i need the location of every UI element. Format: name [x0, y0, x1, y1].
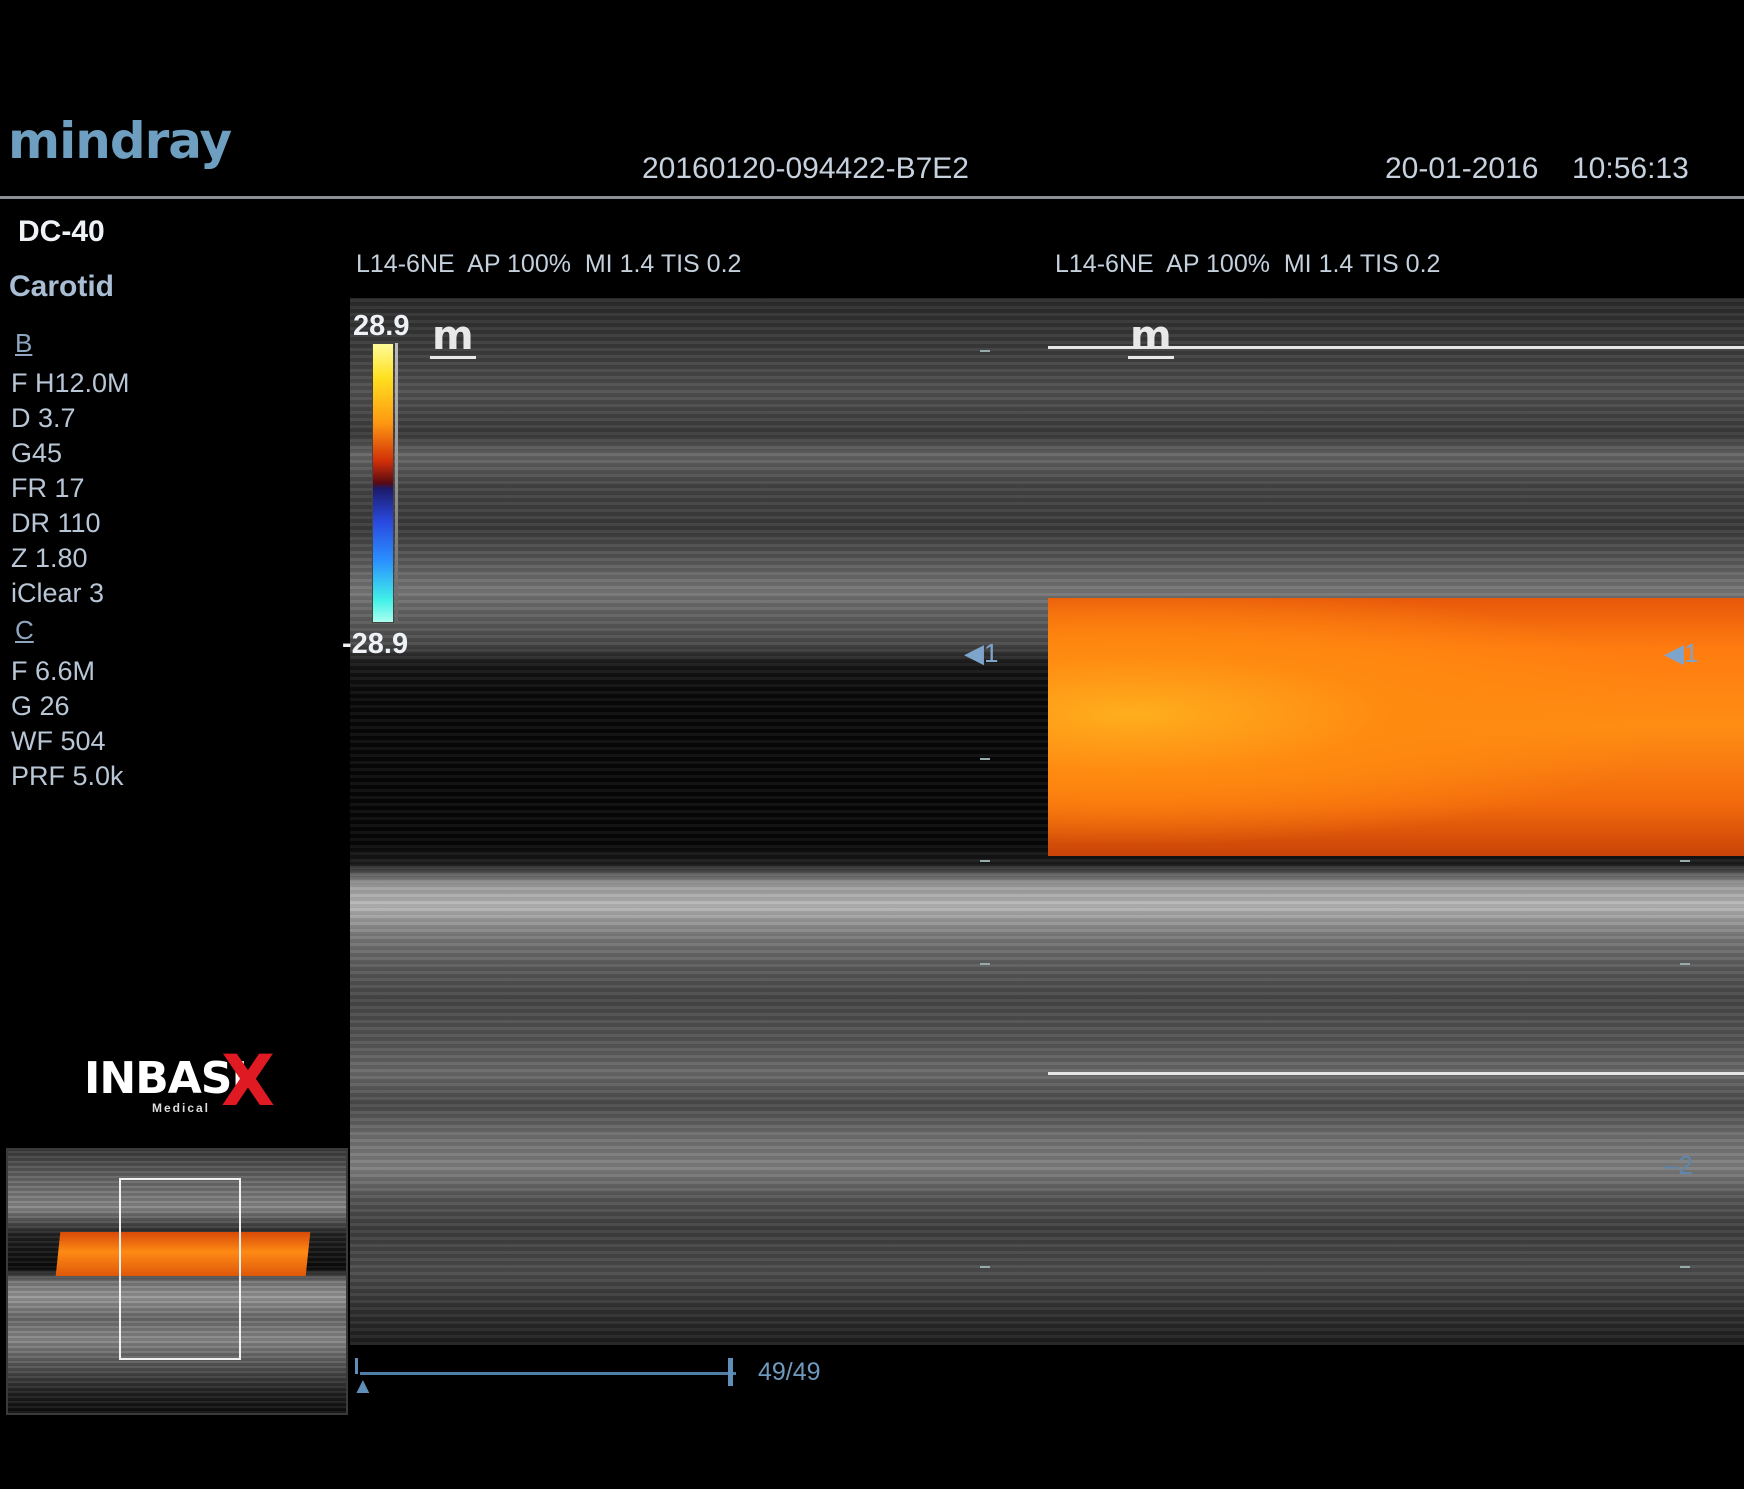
b-param-gain: G45: [11, 438, 63, 468]
cine-timeline[interactable]: [360, 1372, 736, 1375]
inbasix-x-mark: X: [221, 1040, 275, 1122]
color-doppler-image-panel[interactable]: m ◀1 ‒2: [1048, 298, 1744, 1345]
b-mode-section-label: B: [15, 328, 33, 358]
cine-playhead[interactable]: [728, 1358, 733, 1386]
depth-tick: [1680, 860, 1690, 862]
exam-time: 10:56:13: [1572, 152, 1689, 185]
header-divider: [0, 196, 1744, 199]
c-param-wall-filter: WF 504: [11, 726, 106, 756]
depth-tick: [980, 963, 990, 965]
study-id: 20160120-094422-B7E2: [642, 152, 969, 185]
mode-icon: m: [1128, 313, 1174, 359]
left-probe-info: L14-6NE AP 100% MI 1.4 TIS 0.2: [356, 250, 742, 278]
c-mode-section-label: C: [15, 615, 34, 645]
overview-thumbnail[interactable]: [6, 1148, 348, 1415]
cine-start-marker[interactable]: [355, 1358, 358, 1374]
color-box-bottom-edge: [1048, 1072, 1744, 1075]
cine-start-triangle-icon[interactable]: ▲: [352, 1373, 374, 1399]
focus-marker-secondary: ‒2: [1664, 1150, 1693, 1180]
color-scale-max: 28.9: [353, 310, 410, 342]
inbasix-subtitle: Medical: [152, 1101, 211, 1115]
b-param-iclear: iClear 3: [11, 578, 105, 608]
color-scale-min: -28.9: [342, 628, 409, 660]
b-mode-image-panel[interactable]: m ◀1: [350, 298, 1048, 1345]
c-param-prf: PRF 5.0k: [11, 761, 124, 791]
depth-tick: [1680, 1266, 1690, 1268]
right-probe-info: L14-6NE AP 100% MI 1.4 TIS 0.2: [1055, 250, 1441, 278]
exam-date: 20-01-2016: [1385, 152, 1539, 185]
thumbnail-roi-box[interactable]: [119, 1178, 241, 1360]
device-model: DC-40: [18, 215, 105, 248]
depth-tick: [980, 1266, 990, 1268]
focus-marker: ◀1: [964, 638, 999, 668]
b-param-depth: D 3.7: [11, 403, 76, 433]
focus-marker-label: 2: [1678, 1150, 1693, 1180]
b-param-frame-rate: FR 17: [11, 473, 85, 503]
b-mode-tissue-image: [350, 298, 1048, 1345]
depth-tick: [980, 350, 990, 352]
c-param-frequency: F 6.6M: [11, 656, 96, 686]
focus-marker: ◀1: [1664, 638, 1699, 668]
c-param-gain: G 26: [11, 691, 70, 721]
cine-frame-counter: 49/49: [758, 1358, 821, 1386]
b-param-frequency: F H12.0M: [11, 368, 130, 398]
b-param-zoom: Z 1.80: [11, 543, 88, 573]
depth-tick: [980, 758, 990, 760]
color-velocity-bar: [372, 343, 394, 623]
mindray-logo: mindray: [8, 112, 232, 170]
focus-marker-label: 1: [984, 638, 999, 668]
mode-icon: m: [430, 313, 476, 359]
focus-marker-label: 1: [1684, 638, 1699, 668]
color-velocity-bar-edge: [395, 343, 398, 621]
depth-tick: [1680, 963, 1690, 965]
color-flow-region: [1048, 598, 1744, 856]
b-param-dynamic-range: DR 110: [11, 508, 101, 538]
exam-preset: Carotid: [9, 270, 114, 303]
depth-tick: [980, 860, 990, 862]
